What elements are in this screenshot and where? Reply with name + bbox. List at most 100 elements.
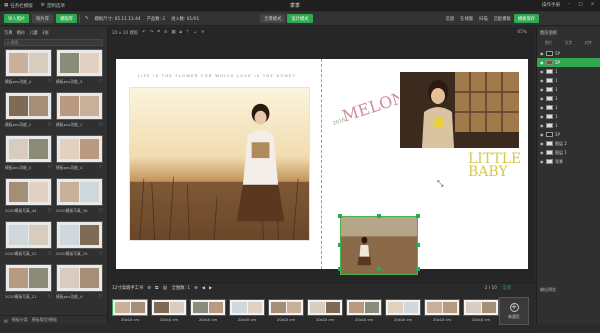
template-library-button[interactable]: 模版库: [56, 14, 77, 23]
eye-icon[interactable]: ◉: [540, 60, 544, 65]
tab-children[interactable]: 儿童: [29, 30, 38, 36]
template-thumb[interactable]: 模板pns功能_4 ♡: [5, 49, 52, 89]
favorite-icon[interactable]: ♡: [99, 122, 103, 128]
layer-down-icon[interactable]: ⇣: [193, 30, 197, 35]
eye-icon[interactable]: ◉: [540, 69, 544, 74]
favorite-icon[interactable]: ♡: [99, 165, 103, 171]
copy-icon[interactable]: ⧉: [155, 286, 158, 291]
folder-icon[interactable]: ▤: [4, 318, 8, 323]
layer-item[interactable]: ◉ 5P: [537, 49, 600, 58]
layer-up-icon[interactable]: ⇡: [186, 30, 190, 35]
matched-templates-button[interactable]: 已配模板: [491, 16, 514, 22]
favorite-icon[interactable]: ♡: [48, 79, 52, 85]
zoom-level[interactable]: 65%: [517, 30, 527, 35]
layer-item[interactable]: ◉ 5P: [537, 130, 600, 139]
main-photo-frame[interactable]: [129, 87, 310, 241]
eye-icon[interactable]: ◉: [540, 132, 544, 137]
manual-link[interactable]: 操作手册: [542, 2, 560, 8]
template-thumb[interactable]: 2020模板写真_22 ♡: [5, 221, 52, 261]
group-filter[interactable]: 全部: [502, 285, 511, 291]
tab-wedding[interactable]: 婚纱: [17, 30, 26, 36]
design-mode-button[interactable]: 设计模式: [287, 14, 313, 23]
window-photo-frame[interactable]: [400, 72, 519, 148]
page-thumb[interactable]: 20x10 cm: [346, 299, 382, 322]
quote-text[interactable]: LIFE IS THE FLOWER FOR WHICH LOVE IS THE…: [138, 74, 296, 78]
link-icon[interactable]: ⛓: [162, 286, 167, 291]
resize-handle[interactable]: [338, 243, 342, 247]
resize-handle[interactable]: [377, 267, 381, 271]
template-version-link[interactable]: 模板版型/模板: [32, 317, 57, 323]
template-category-link[interactable]: 模板分类: [12, 317, 28, 323]
eye-icon[interactable]: ◉: [540, 159, 544, 164]
eye-icon[interactable]: ◉: [540, 114, 544, 119]
menu-item-template[interactable]: ▦ 任务栏模版: [4, 3, 33, 9]
settings-icon[interactable]: ⚙: [147, 286, 151, 291]
layer-item[interactable]: ◉ 1: [537, 67, 600, 76]
photo-library-button[interactable]: 照片库: [32, 14, 54, 23]
add-page-button[interactable]: + 新建页: [499, 297, 529, 325]
template-thumb[interactable]: 2020模板写真_29 ♡: [56, 221, 103, 261]
favorite-icon[interactable]: ♡: [99, 79, 103, 85]
page-thumb[interactable]: 20x10 cm: [385, 299, 421, 322]
close-icon[interactable]: ×: [589, 1, 596, 8]
move-left-icon[interactable]: ◀: [202, 286, 205, 291]
move-right-icon[interactable]: ▶: [209, 286, 212, 291]
resize-handle[interactable]: [377, 214, 381, 218]
page-thumb[interactable]: 20x10 cm: [112, 299, 148, 322]
template-thumb[interactable]: 模板pns功能_4 ♡: [56, 264, 103, 304]
eye-icon[interactable]: ◉: [540, 105, 544, 110]
favorite-icon[interactable]: ♡: [48, 165, 52, 171]
output-preview-button[interactable]: 输出预览: [536, 287, 556, 293]
template-thumb[interactable]: 2020模板写真_44 ♡: [5, 178, 52, 218]
layer-item[interactable]: ◉ 1: [537, 103, 600, 112]
favorite-icon[interactable]: ♡: [48, 251, 52, 257]
resize-handle[interactable]: [338, 267, 342, 271]
align-icon[interactable]: ≡: [164, 30, 168, 35]
tab-portrait[interactable]: 写真: [4, 30, 13, 36]
layer-item[interactable]: ◉ 背景: [537, 157, 600, 166]
maximize-icon[interactable]: □: [577, 1, 584, 8]
scan-button[interactable]: 扫描: [476, 16, 491, 22]
favorite-icon[interactable]: ♡: [99, 208, 103, 214]
favorite-icon[interactable]: ♡: [48, 208, 52, 214]
panorama-mode-button[interactable]: 全景模式: [260, 14, 286, 23]
lock-icon[interactable]: 🔒︎: [179, 30, 181, 35]
undo-icon[interactable]: ↶: [142, 30, 146, 35]
template-thumb[interactable]: 模板pns功能_3 ♡: [56, 49, 103, 89]
layer-item[interactable]: ◉ 1: [537, 76, 600, 85]
menu-item-options[interactable]: ⚙ 定制选项: [41, 3, 65, 9]
grid-toggle-icon[interactable]: ▦: [171, 30, 175, 35]
crop-icon[interactable]: ⌗: [157, 30, 159, 35]
page-thumb[interactable]: 20x10 cm: [268, 299, 304, 322]
text-tool[interactable]: 文字: [565, 40, 573, 46]
save-template-button[interactable]: 模板保存: [513, 14, 540, 23]
align-tool[interactable]: 对齐: [584, 40, 592, 46]
eye-icon[interactable]: ◉: [540, 78, 544, 83]
import-photos-button[interactable]: 导入照片: [4, 14, 30, 23]
resize-handle[interactable]: [338, 214, 342, 218]
page-thumb[interactable]: 20x10 cm: [463, 299, 499, 322]
layer-item[interactable]: ◉ 1: [537, 94, 600, 103]
eye-icon[interactable]: ◉: [540, 150, 544, 155]
template-thumb[interactable]: 模板pns功能_2 ♡: [5, 92, 52, 132]
add-icon[interactable]: ⊕: [194, 286, 198, 291]
resize-handle[interactable]: [416, 214, 420, 218]
edit-icon[interactable]: ✎: [82, 16, 92, 21]
page-thumb[interactable]: 20x10 cm: [151, 299, 187, 322]
resize-handle[interactable]: [416, 267, 420, 271]
layer-item[interactable]: ◉ 5P: [537, 58, 600, 67]
eye-icon[interactable]: ◉: [540, 96, 544, 101]
favorite-icon[interactable]: ♡: [48, 294, 52, 300]
melon-mojito-graphic[interactable]: 2016 MELON MOJITO ♡ ♡ ♡: [329, 65, 476, 145]
tab-3up[interactable]: 3张: [42, 30, 49, 36]
redo-icon[interactable]: ↷: [150, 30, 154, 35]
page-thumb[interactable]: 20x10 cm: [307, 299, 343, 322]
eye-icon[interactable]: ◉: [540, 87, 544, 92]
layer-item[interactable]: ◉ 1: [537, 112, 600, 121]
layer-item[interactable]: ◉ 图层 2: [537, 139, 600, 148]
eye-icon[interactable]: ◉: [540, 123, 544, 128]
template-thumb[interactable]: 模板pns功能_5 ♡: [5, 135, 52, 175]
favorite-icon[interactable]: ♡: [99, 251, 103, 257]
online-button[interactable]: 在线版: [457, 16, 476, 22]
favorite-icon[interactable]: ♡: [99, 294, 103, 300]
